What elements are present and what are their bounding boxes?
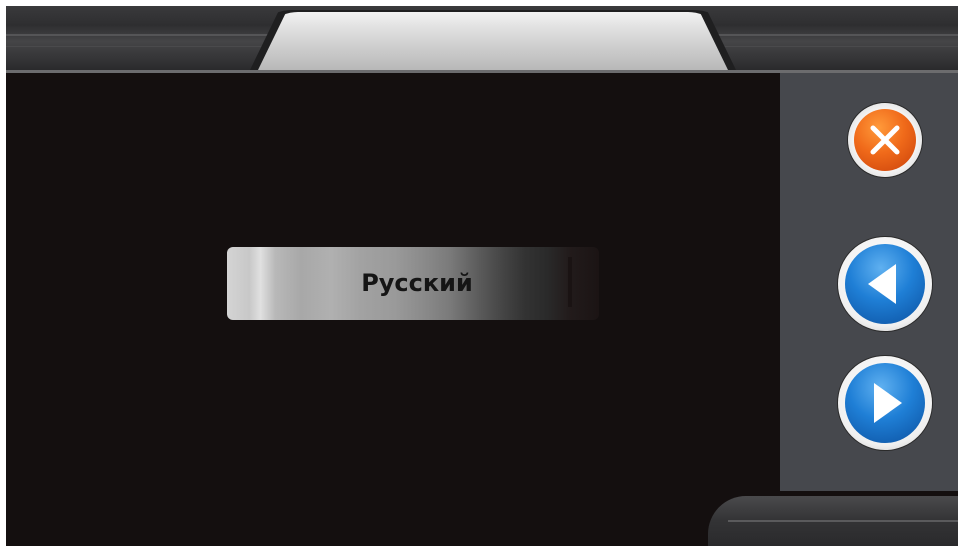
language-label: Русский bbox=[361, 269, 473, 297]
previous-button[interactable] bbox=[838, 237, 932, 331]
arrow-right-icon bbox=[874, 383, 902, 423]
language-button-edge bbox=[568, 257, 572, 307]
bottom-tab bbox=[708, 496, 958, 546]
title-tab bbox=[258, 12, 728, 70]
close-icon bbox=[870, 125, 900, 155]
close-button[interactable] bbox=[848, 103, 922, 177]
bottom-tab-stripe bbox=[728, 520, 958, 522]
next-button[interactable] bbox=[838, 356, 932, 450]
device-screen: Русский bbox=[0, 0, 958, 546]
arrow-left-icon bbox=[868, 264, 896, 304]
language-button[interactable]: Русский bbox=[227, 247, 599, 320]
